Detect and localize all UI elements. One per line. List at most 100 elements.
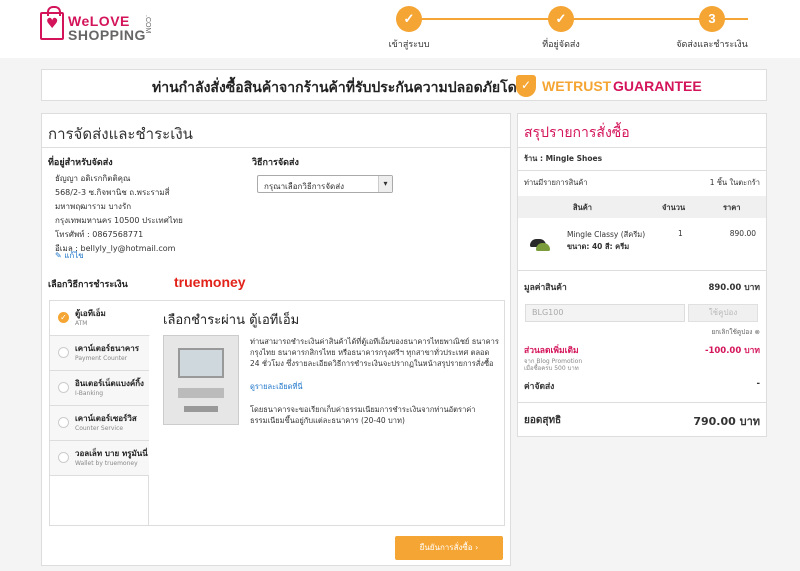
payment-method-heading: เลือกวิธีการชำระเงิน — [48, 280, 128, 290]
radio-checked-icon: ✓ — [58, 312, 69, 323]
coupon-input[interactable]: BLG100 — [525, 304, 685, 322]
chevron-right-icon: › — [475, 543, 479, 552]
items-table-header: สินค้า จำนวน ราคา — [518, 196, 766, 218]
divider — [518, 270, 766, 271]
atm-machine-icon — [163, 335, 239, 425]
truemoney-logo: truemoney — [174, 274, 246, 290]
tab-counter-service[interactable]: เคาน์เตอร์เซอร์วิส Counter Service — [50, 406, 149, 441]
step-1-check-icon: ✓ — [396, 6, 422, 32]
shop-name: ร้าน : Mingle Shoes — [524, 154, 603, 163]
payment-options-box: ✓ ตู้เอทีเอ็ม ATM เคาน์เตอร์ธนาคาร Payme… — [49, 300, 505, 526]
payment-description: ท่านสามารถชำระเงินค่าสินค้าได้ที่ตู้เอที… — [250, 337, 499, 368]
address-line: โทรศัพท์ : 0867568771 — [55, 230, 144, 239]
col-qty: จำนวน — [662, 203, 686, 212]
cancel-coupon-link[interactable]: ยกเลิกใช้คูปอง ⊗ — [711, 327, 760, 337]
coupon-placeholder: BLG100 — [532, 308, 564, 317]
banner-brand-wetrust: WETRUST — [542, 78, 612, 94]
edit-address-link[interactable]: ✎ แก้ไข — [55, 249, 84, 262]
product-price: 890.00 — [729, 229, 756, 238]
divider — [518, 402, 766, 403]
address-line: 568/2-3 ซ.กิจพานิช ถ.พระรามสี่ — [55, 188, 170, 197]
divider — [518, 147, 766, 148]
tab-title: ตู้เอทีเอ็ม — [75, 309, 106, 318]
tab-title: อินเตอร์เน็ตแบงค์กิ้ง — [75, 379, 144, 388]
logo-domain: .COM — [144, 15, 151, 34]
tab-title: วอลเล็ท บาย ทรูมันนี่ — [75, 449, 148, 458]
atm-keypad — [178, 388, 224, 398]
address-line: ธัญญา อดิเรกกิตติคุณ — [55, 174, 131, 183]
panel-title: การจัดส่งและชำระเงิน — [48, 125, 193, 143]
subtotal-value: 890.00 บาท — [708, 283, 760, 293]
edit-label: แก้ไข — [64, 251, 84, 260]
items-label: ท่านมีรายการสินค้า — [524, 178, 588, 187]
payment-fee-note: โดยธนาคารจะขอเรียกเก็บค่าธรรมเนียมการชำร… — [250, 405, 476, 425]
product-size-color: ขนาด: 40 สี: ครีม — [567, 242, 630, 251]
shipping-address: ธัญญา อดิเรกกิตติคุณ 568/2-3 ซ.กิจพานิช … — [55, 172, 183, 256]
divider — [518, 170, 766, 171]
tab-ibanking[interactable]: อินเตอร์เน็ตแบงค์กิ้ง I-Banking — [50, 371, 149, 406]
tab-subtitle: Payment Counter — [75, 355, 128, 362]
chevron-down-icon: ▾ — [378, 176, 392, 192]
address-line: มหาพฤฒาราม บางรัก — [55, 202, 132, 211]
tab-wallet[interactable]: วอลเล็ท บาย ทรูมันนี่ Wallet by truemone… — [50, 441, 149, 476]
shopping-bag-icon — [40, 6, 64, 40]
subtotal-label: มูลค่าสินค้า — [524, 283, 567, 293]
close-circle-icon: ⊗ — [754, 328, 760, 336]
product-name[interactable]: Mingle Classy (สีครีม) — [567, 229, 645, 241]
confirm-label: ยืนยันการสั่งซื้อ — [419, 543, 473, 552]
step-2-check-icon: ✓ — [548, 6, 574, 32]
atm-slot — [184, 406, 218, 412]
discount-value: -100.00 บาท — [704, 346, 760, 356]
select-value: กรุณาเลือกวิธีการจัดส่ง — [264, 182, 345, 191]
step-1-label: เข้าสู่ระบบ — [388, 40, 430, 50]
radio-icon — [58, 347, 69, 358]
summary-title: สรุปรายการสั่งซื้อ — [524, 125, 630, 141]
pencil-icon: ✎ — [55, 251, 65, 260]
payment-tabs: ✓ ตู้เอทีเอ็ม ATM เคาน์เตอร์ธนาคาร Payme… — [50, 301, 150, 525]
radio-icon — [58, 417, 69, 428]
step-3-label: จัดส่งและชำระเงิน — [676, 40, 748, 50]
payment-title: เลือกชำระผ่าน ตู้เอทีเอ็ม — [163, 313, 300, 328]
tab-subtitle: ATM — [75, 320, 88, 327]
shipping-fee-value: - — [756, 379, 760, 389]
shipping-fee-label: ค่าจัดส่ง — [524, 382, 555, 392]
step-3-number: 3 — [699, 6, 725, 32]
confirm-order-button[interactable]: ยืนยันการสั่งซื้อ › — [395, 536, 503, 560]
details-link[interactable]: ดูรายละเอียดที่นี่ — [250, 381, 303, 393]
shipping-method-select[interactable]: กรุณาเลือกวิธีการจัดส่ง ▾ — [257, 175, 393, 193]
items-count: 1 ชิ้น ในตะกร้า — [709, 178, 760, 187]
radio-icon — [58, 452, 69, 463]
col-product: สินค้า — [573, 203, 592, 212]
divider — [42, 147, 510, 148]
tab-payment-counter[interactable]: เคาน์เตอร์ธนาคาร Payment Counter — [50, 336, 149, 371]
discount-label: ส่วนลดเพิ่มเติม — [524, 346, 579, 356]
tab-atm[interactable]: ✓ ตู้เอทีเอ็ม ATM — [50, 301, 150, 336]
shipping-method-heading: วิธีการจัดส่ง — [252, 158, 299, 168]
tab-title: เคาน์เตอร์เซอร์วิส — [75, 414, 137, 423]
total-value: 790.00 บาท — [693, 415, 760, 428]
shipping-payment-panel: การจัดส่งและชำระเงิน ที่อยู่สำหรับจัดส่ง… — [41, 113, 511, 566]
tab-subtitle: Counter Service — [75, 425, 124, 432]
banner-brand-guarantee: GUARANTEE — [613, 78, 702, 94]
shield-check-icon: ✓ — [516, 75, 536, 97]
cancel-coupon-label: ยกเลิกใช้คูปอง — [711, 328, 753, 336]
total-label: ยอดสุทธิ — [524, 415, 562, 426]
logo-line2: SHOPPING — [68, 27, 146, 43]
atm-screen — [178, 348, 224, 378]
top-header: WeLOVE SHOPPING .COM ✓ เข้าสู่ระบบ ✓ ที่… — [0, 0, 800, 58]
tab-title: เคาน์เตอร์ธนาคาร — [75, 344, 140, 353]
radio-icon — [58, 382, 69, 393]
site-logo[interactable]: WeLOVE SHOPPING .COM — [40, 6, 155, 44]
progress-line — [408, 18, 748, 20]
tab-subtitle: Wallet by truemoney — [75, 460, 138, 467]
step-2-label: ที่อยู่จัดส่ง — [542, 40, 580, 50]
banner-text: ท่านกำลังสั่งซื้อสินค้าจากร้านค้าที่รับป… — [152, 80, 525, 96]
apply-coupon-button[interactable]: ใช้คูปอง — [688, 304, 758, 322]
product-thumbnail — [528, 231, 552, 255]
guarantee-banner: ท่านกำลังสั่งซื้อสินค้าจากร้านค้าที่รับป… — [41, 69, 767, 101]
order-summary-panel: สรุปรายการสั่งซื้อ ร้าน : Mingle Shoes ท… — [517, 113, 767, 437]
discount-note-2: เมื่อซื้อครบ 500 บาท — [524, 365, 579, 372]
col-price: ราคา — [723, 203, 741, 212]
address-heading: ที่อยู่สำหรับจัดส่ง — [48, 158, 113, 168]
product-qty: 1 — [678, 229, 683, 238]
